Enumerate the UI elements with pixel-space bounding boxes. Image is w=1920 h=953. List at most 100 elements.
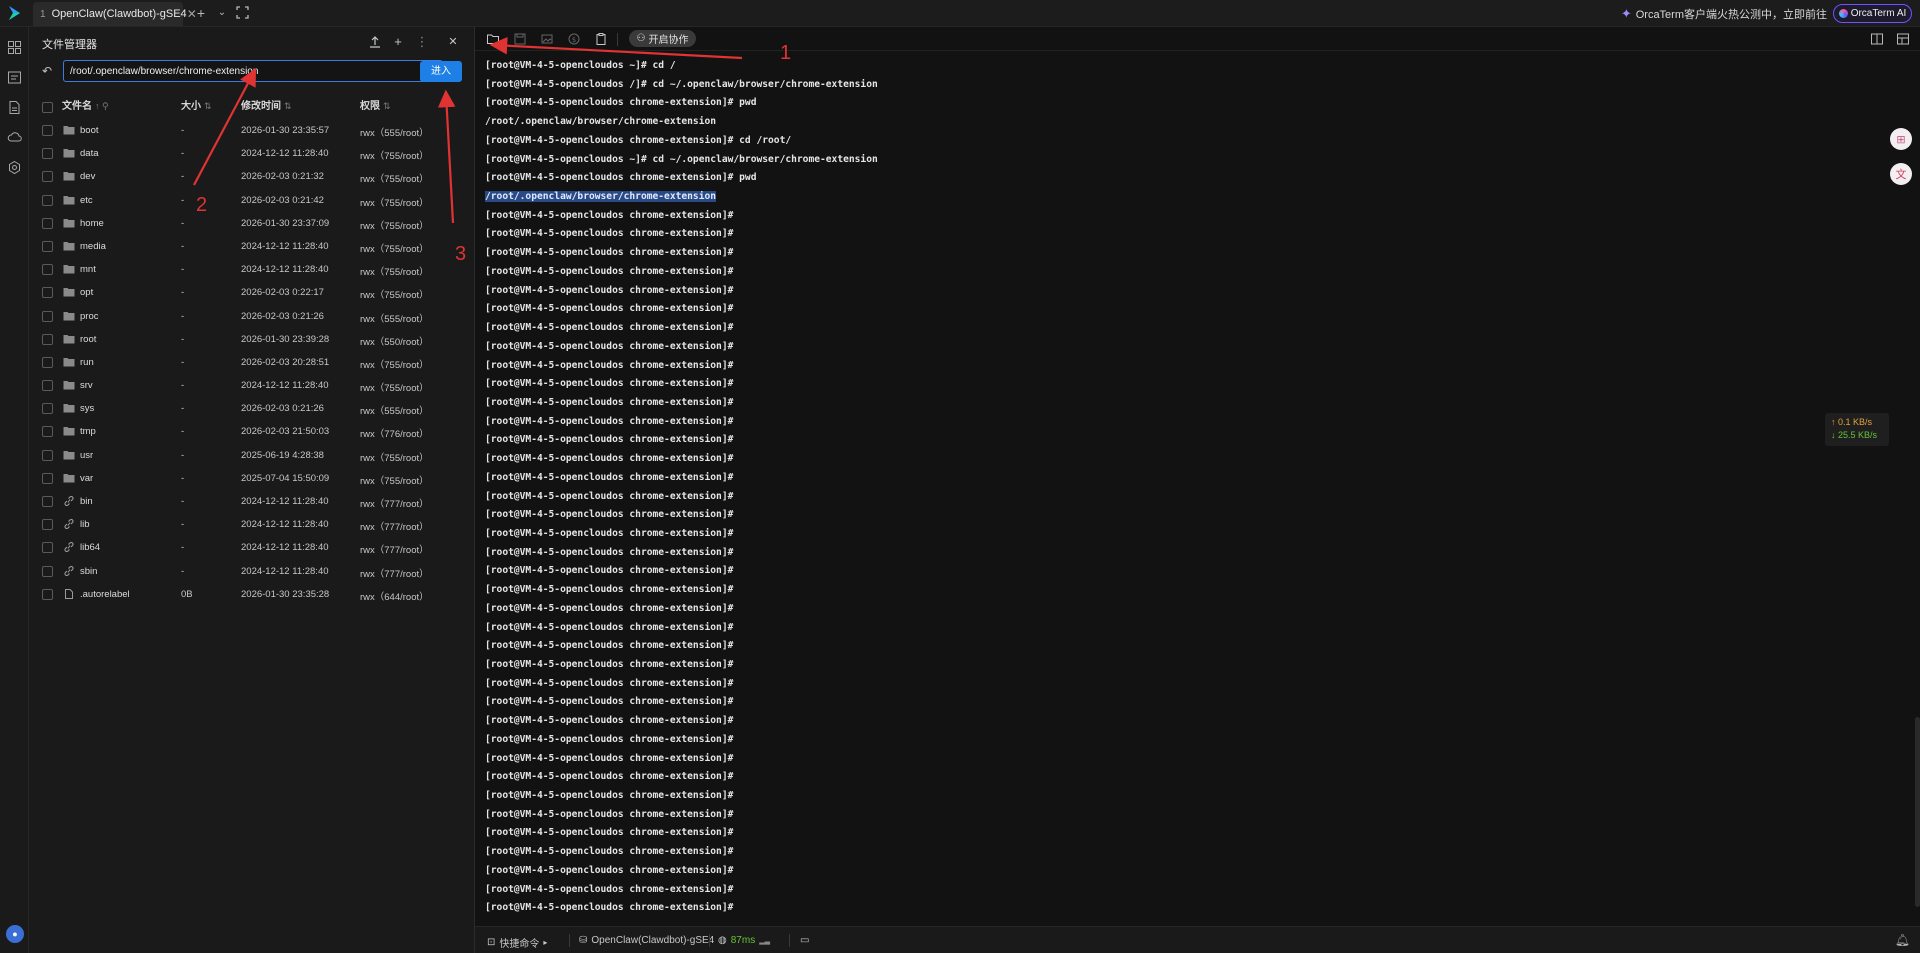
files-icon[interactable]: [7, 100, 22, 115]
chat-icon[interactable]: ▭: [800, 935, 809, 946]
close-icon[interactable]: ✕: [446, 35, 460, 49]
orcaterm-ai-button[interactable]: OrcaTerm AI: [1833, 4, 1912, 23]
table-row[interactable]: boot - 2026-01-30 23:35:57 rwx（555/root）: [29, 119, 475, 142]
layout-icon[interactable]: [1896, 32, 1910, 46]
more-icon[interactable]: ⋮: [415, 35, 429, 49]
row-checkbox[interactable]: [42, 588, 53, 600]
plus-icon[interactable]: +: [391, 35, 405, 49]
row-checkbox[interactable]: [42, 217, 53, 229]
terminal-list-icon[interactable]: [7, 70, 22, 85]
table-row[interactable]: bin - 2024-12-12 11:28:40 rwx（777/root）: [29, 490, 475, 513]
table-row[interactable]: srv - 2024-12-12 11:28:40 rwx（755/root）: [29, 374, 475, 397]
row-checkbox[interactable]: [42, 542, 53, 554]
file-name[interactable]: tmp: [80, 426, 96, 437]
file-name[interactable]: mnt: [80, 264, 96, 275]
chevron-down-icon[interactable]: ⌄: [214, 5, 230, 21]
file-name[interactable]: lib64: [80, 542, 100, 553]
new-tab-icon[interactable]: +: [193, 5, 209, 21]
file-name[interactable]: bin: [80, 496, 93, 507]
table-row[interactable]: sys - 2026-02-03 0:21:26 rwx（555/root）: [29, 397, 475, 420]
terminal-scrollbar[interactable]: [1915, 717, 1920, 907]
row-checkbox[interactable]: [42, 403, 53, 415]
row-checkbox[interactable]: [42, 264, 53, 276]
table-row[interactable]: data - 2024-12-12 11:28:40 rwx（755/root）: [29, 142, 475, 165]
table-row[interactable]: opt - 2026-02-03 0:22:17 rwx（755/root）: [29, 281, 475, 304]
refresh-icon[interactable]: ↶: [42, 64, 56, 78]
table-row[interactable]: .autorelabel 0B 2026-01-30 23:35:28 rwx（644…: [29, 583, 475, 606]
row-checkbox[interactable]: [42, 472, 53, 484]
row-checkbox[interactable]: [42, 496, 53, 507]
dollar-icon[interactable]: $: [567, 32, 581, 46]
apps-grid-icon[interactable]: [7, 40, 22, 55]
path-input[interactable]: [63, 60, 443, 82]
table-row[interactable]: lib - 2024-12-12 11:28:40 rwx（777/root）: [29, 513, 475, 536]
select-all-checkbox[interactable]: [42, 102, 53, 113]
folder-icon[interactable]: [486, 32, 500, 46]
row-checkbox[interactable]: [42, 125, 53, 136]
row-checkbox[interactable]: [42, 194, 53, 206]
settings-icon[interactable]: [7, 160, 22, 175]
table-row[interactable]: lib64 - 2024-12-12 11:28:40 rwx（777/root）: [29, 536, 475, 559]
fullscreen-icon[interactable]: [236, 6, 249, 19]
terminal-output[interactable]: [root@VM-4-5-opencloudos ~]# cd / [root@V…: [485, 60, 878, 921]
row-checkbox[interactable]: [42, 380, 53, 392]
avatar[interactable]: ●: [6, 925, 24, 943]
row-checkbox[interactable]: [42, 356, 53, 368]
row-checkbox[interactable]: [42, 148, 53, 160]
table-row[interactable]: var - 2025-07-04 15:50:09 rwx（755/root）: [29, 467, 475, 490]
table-row[interactable]: home - 2026-01-30 23:37:09 rwx（755/root）: [29, 212, 475, 235]
row-checkbox[interactable]: [42, 310, 53, 322]
file-name[interactable]: boot: [80, 125, 99, 136]
table-row[interactable]: usr - 2025-06-19 4:28:38 rwx（755/root）: [29, 444, 475, 467]
session-info[interactable]: ⛁ OpenClaw(Clawdbot)-gSE4: [579, 935, 714, 946]
collaboration-button[interactable]: ⚇ 开启协作: [629, 30, 696, 47]
bell-icon[interactable]: 🔔︎: [1895, 933, 1910, 947]
row-checkbox[interactable]: [42, 449, 53, 461]
table-row[interactable]: mnt - 2024-12-12 11:28:40 rwx（755/root）: [29, 258, 475, 281]
row-checkbox[interactable]: [42, 519, 53, 531]
table-row[interactable]: media - 2024-12-12 11:28:40 rwx（755/root）: [29, 235, 475, 258]
table-row[interactable]: etc - 2026-02-03 0:21:42 rwx（755/root）: [29, 189, 475, 212]
image-icon[interactable]: [540, 32, 554, 46]
translate-icon[interactable]: 文: [1890, 163, 1912, 185]
upload-icon[interactable]: [368, 35, 382, 49]
file-name[interactable]: lib: [80, 519, 90, 530]
file-name[interactable]: srv: [80, 380, 93, 391]
table-row[interactable]: run - 2026-02-03 20:28:51 rwx（755/root）: [29, 351, 475, 374]
table-row[interactable]: sbin - 2024-12-12 11:28:40 rwx（777/root）: [29, 560, 475, 583]
table-row[interactable]: tmp - 2026-02-03 21:50:03 rwx（776/root）: [29, 420, 475, 443]
table-row[interactable]: root - 2026-01-30 23:39:28 rwx（550/root）: [29, 328, 475, 351]
column-perm-header[interactable]: 权限 ⇅: [360, 97, 391, 112]
column-name-header[interactable]: 文件名 ↑ ⚲: [62, 97, 109, 112]
clipboard-icon[interactable]: [594, 32, 608, 46]
widget-grid-icon[interactable]: ⊞: [1890, 128, 1912, 150]
row-checkbox[interactable]: [42, 426, 53, 438]
row-checkbox[interactable]: [42, 333, 53, 345]
promo-link[interactable]: ✦ OrcaTerm客户端火热公测中，立即前往: [1621, 6, 1827, 22]
enter-path-button[interactable]: 进入: [420, 61, 462, 82]
terminal-panel[interactable]: $ ⚇ 开启协作 [root@VM-4-5-opencloudos ~]# cd…: [475, 27, 1920, 926]
tab-session[interactable]: 1 OpenClaw(Clawdbot)-gSE4 ✕: [33, 2, 197, 26]
file-name[interactable]: etc: [80, 195, 93, 206]
table-row[interactable]: proc - 2026-02-03 0:21:26 rwx（555/root）: [29, 305, 475, 328]
file-name[interactable]: sbin: [80, 566, 97, 577]
row-checkbox[interactable]: [42, 565, 53, 577]
cloud-icon[interactable]: [7, 130, 22, 145]
file-name[interactable]: dev: [80, 171, 95, 182]
column-size-header[interactable]: 大小 ⇅: [181, 97, 212, 112]
row-checkbox[interactable]: [42, 287, 53, 299]
file-name[interactable]: .autorelabel: [80, 589, 130, 600]
row-checkbox[interactable]: [42, 240, 53, 252]
file-name[interactable]: proc: [80, 311, 98, 322]
file-name[interactable]: opt: [80, 287, 93, 298]
quick-command-button[interactable]: ⊡ 快捷命令 ▸: [487, 935, 547, 950]
file-name[interactable]: run: [80, 357, 94, 368]
table-row[interactable]: dev - 2026-02-03 0:21:32 rwx（755/root）: [29, 165, 475, 188]
latency-indicator[interactable]: ◍ 87ms ▂▃: [718, 935, 770, 946]
file-name[interactable]: data: [80, 148, 99, 159]
save-icon[interactable]: [513, 32, 527, 46]
row-checkbox[interactable]: [42, 171, 53, 183]
file-name[interactable]: root: [80, 334, 96, 345]
column-mtime-header[interactable]: 修改时间 ⇅: [241, 97, 292, 112]
file-name[interactable]: usr: [80, 450, 93, 461]
